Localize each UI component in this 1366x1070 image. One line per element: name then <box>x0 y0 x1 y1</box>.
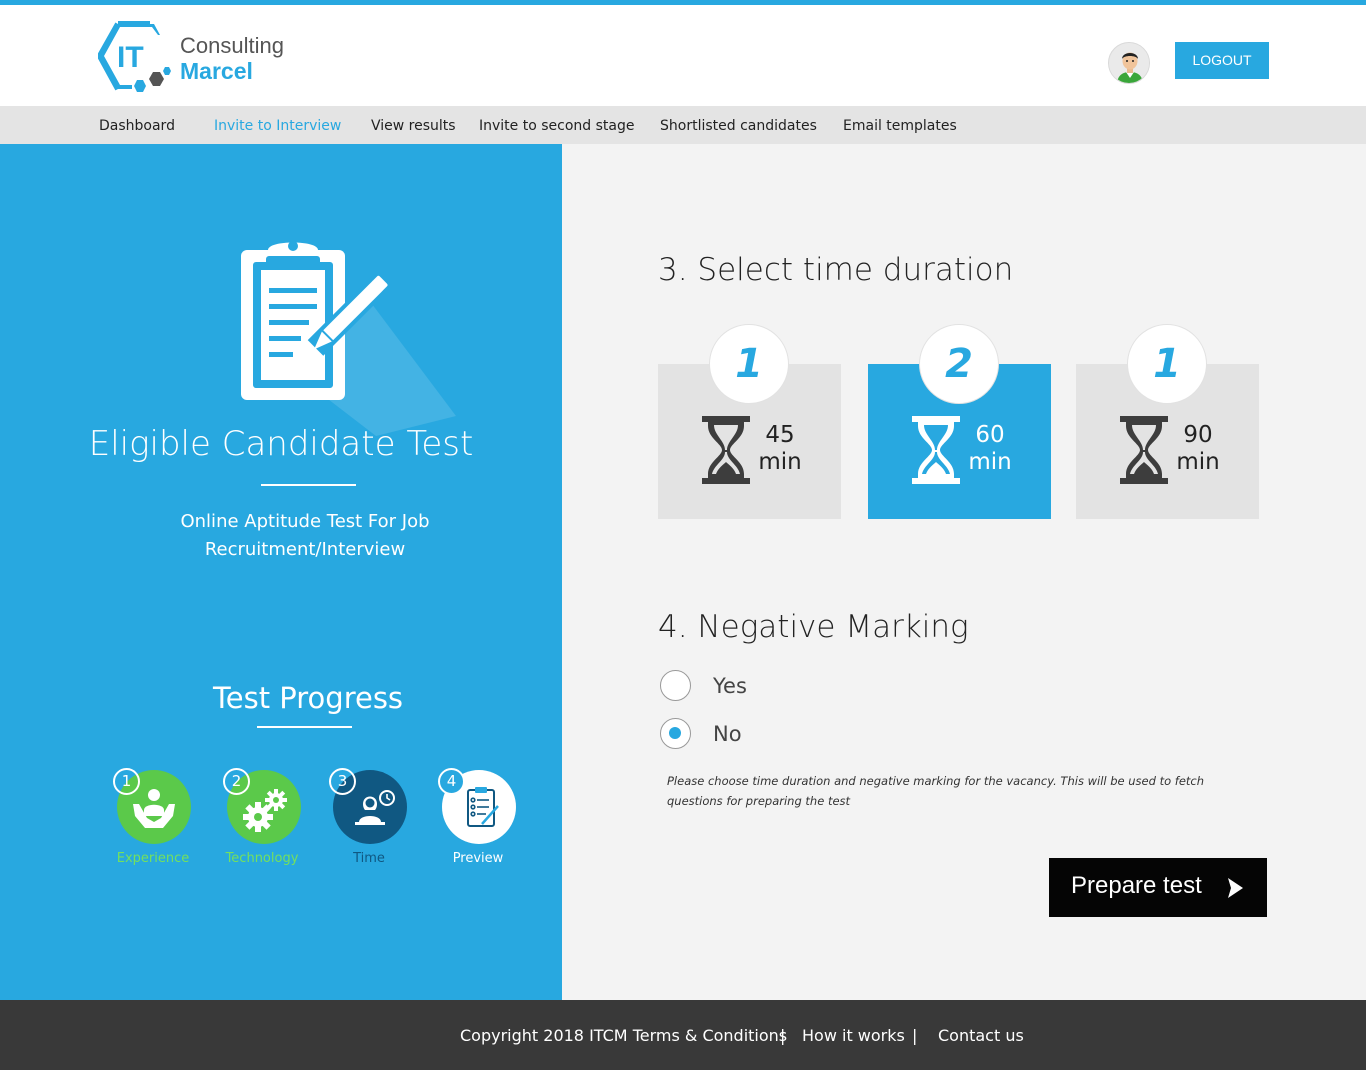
it-hexagon-icon: IT <box>96 21 171 92</box>
negative-no-radio[interactable] <box>660 718 691 749</box>
hourglass-icon <box>702 416 750 484</box>
step-preview[interactable]: 4 <box>438 768 516 844</box>
radio-checked-dot <box>669 727 681 739</box>
duration-badge: 1 <box>709 324 789 404</box>
progress-title: Test Progress <box>212 681 404 715</box>
header: IT Consulting Marcel LOGOUT <box>0 5 1366 106</box>
hourglass-icon <box>1120 416 1168 484</box>
test-subtitle: Online Aptitude Test For Job Recruitment… <box>180 511 430 560</box>
footer-copyright[interactable]: Copyright 2018 ITCM Terms & Conditions <box>460 1026 787 1045</box>
step-time[interactable]: 3 <box>329 768 407 844</box>
duration-value: 45 min <box>758 422 802 475</box>
negative-yes-label: Yes <box>713 674 747 698</box>
clipboard-pencil-icon <box>241 241 456 436</box>
nav-dashboard[interactable]: Dashboard <box>99 118 175 134</box>
duration-value: 90 min <box>1176 422 1220 475</box>
step-number: 2 <box>223 768 250 795</box>
footer-how-it-works-link[interactable]: How it works <box>802 1026 905 1045</box>
negative-section-title: 4. Negative Marking <box>658 609 969 645</box>
step-number: 1 <box>113 768 140 795</box>
step-number: 3 <box>329 768 356 795</box>
nav-view-results[interactable]: View results <box>371 118 456 134</box>
title-divider <box>261 484 356 486</box>
nav-email-templates[interactable]: Email templates <box>843 118 957 134</box>
step-label: Time <box>353 851 385 866</box>
footer: Copyright 2018 ITCM Terms & Conditions |… <box>0 1000 1366 1070</box>
play-arrow-icon <box>1228 878 1243 898</box>
negative-no-label: No <box>713 722 742 746</box>
nav-shortlisted-candidates[interactable]: Shortlisted candidates <box>660 118 817 134</box>
duration-value: 60 min <box>968 422 1012 475</box>
brand-line2: Marcel <box>180 58 253 84</box>
step-experience[interactable]: 1 <box>113 768 191 844</box>
brand-line1: Consulting <box>180 33 284 58</box>
helper-text: Please choose time duration and negative… <box>667 774 1205 808</box>
step-label: Experience <box>116 851 190 866</box>
progress-divider <box>257 726 352 728</box>
prepare-test-label: Prepare test <box>1071 872 1202 899</box>
step-technology[interactable]: 2 <box>223 768 301 844</box>
step-label: Technology <box>225 851 299 866</box>
brand-logo[interactable]: IT Consulting Marcel <box>96 21 308 95</box>
duration-badge: 1 <box>1127 324 1207 404</box>
footer-separator: | <box>780 1026 786 1045</box>
nav-invite-second-stage[interactable]: Invite to second stage <box>479 118 634 134</box>
hourglass-icon <box>912 416 960 484</box>
footer-contact-link[interactable]: Contact us <box>938 1026 1024 1045</box>
test-title: Eligible Candidate Test <box>88 424 474 464</box>
nav-invite-to-interview[interactable]: Invite to Interview <box>214 118 341 134</box>
test-config-panel: 3. Select time duration 45 min 1 60 min 2 <box>562 144 1366 1000</box>
main-nav: Dashboard Invite to Interview View resul… <box>0 106 1366 144</box>
step-number: 4 <box>438 768 465 795</box>
logout-button[interactable]: LOGOUT <box>1175 42 1269 79</box>
prepare-test-button[interactable]: Prepare test <box>1049 858 1267 917</box>
duration-badge: 2 <box>919 324 999 404</box>
svg-text:IT: IT <box>117 41 144 74</box>
footer-separator: | <box>912 1026 918 1045</box>
duration-section-title: 3. Select time duration <box>658 252 1014 288</box>
test-info-panel: Eligible Candidate Test Online Aptitude … <box>0 144 562 1000</box>
user-avatar-icon[interactable] <box>1108 42 1150 84</box>
step-label: Preview <box>452 851 504 866</box>
negative-yes-radio[interactable] <box>660 670 691 701</box>
